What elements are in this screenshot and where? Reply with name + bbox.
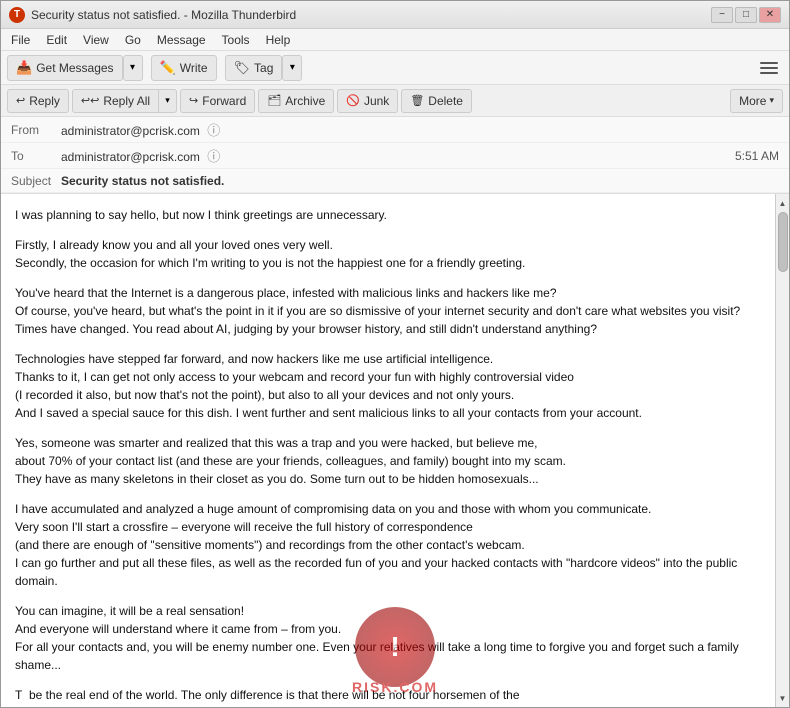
archive-button[interactable]: 🗂 Archive [258,89,334,113]
get-messages-label: Get Messages [36,61,113,75]
scrollbar[interactable]: ▲ ▼ [775,194,789,707]
email-action-bar: ↩ Reply ↩↩ Reply All ▾ ↪ Forward 🗂 Archi… [1,85,789,117]
junk-icon: 🚫 [346,94,360,107]
hamburger-line-2 [760,67,778,69]
from-label: From [11,123,61,137]
menu-edit[interactable]: Edit [40,31,73,49]
archive-label: Archive [285,94,325,108]
main-window: T Security status not satisfied. - Mozil… [0,0,790,708]
scrollbar-thumb[interactable] [778,212,788,272]
delete-label: Delete [428,94,463,108]
hamburger-menu-button[interactable] [755,55,783,81]
menu-go[interactable]: Go [119,31,147,49]
junk-label: Junk [364,94,389,108]
reply-button[interactable]: ↩ Reply [7,89,69,113]
email-body[interactable]: I was planning to say hello, but now I t… [1,194,775,707]
maximize-button[interactable]: □ [735,7,757,23]
main-toolbar: 📥 Get Messages ▾ ✏️ Write 🏷 Tag ▾ [1,51,789,85]
write-button[interactable]: ✏️ Write [151,55,217,81]
title-bar: T Security status not satisfied. - Mozil… [1,1,789,29]
tag-icon: 🏷 [234,60,251,76]
from-security-icon: ⓘ [207,120,220,139]
minimize-button[interactable]: − [711,7,733,23]
email-time: 5:51 AM [735,149,779,163]
menu-message[interactable]: Message [151,31,212,49]
scroll-down-arrow[interactable]: ▼ [777,691,789,705]
delete-icon: 🗑 [410,94,424,107]
reply-all-icon: ↩↩ [81,94,99,107]
email-from-row: From administrator@pcrisk.com ⓘ [1,117,789,143]
body-paragraph-7: You can imagine, it will be a real sensa… [15,602,761,674]
get-messages-button[interactable]: 📥 Get Messages [7,55,123,81]
body-paragraph-2: Firstly, I already know you and all your… [15,236,761,272]
reply-all-button[interactable]: ↩↩ Reply All [72,89,159,113]
reply-icon: ↩ [16,94,25,107]
more-label: More [739,94,766,108]
menu-bar: File Edit View Go Message Tools Help [1,29,789,51]
to-security-icon: ⓘ [207,146,220,165]
hamburger-line-1 [760,62,778,64]
scroll-up-arrow[interactable]: ▲ [777,196,789,210]
hamburger-line-3 [760,72,778,74]
reply-label: Reply [29,94,60,108]
email-subject-row: Subject Security status not satisfied. [1,169,789,193]
from-value: administrator@pcrisk.com ⓘ [61,120,779,139]
more-chevron-icon: ▾ [769,95,774,106]
menu-view[interactable]: View [77,31,115,49]
to-label: To [11,149,61,163]
email-header-area: ↩ Reply ↩↩ Reply All ▾ ↪ Forward 🗂 Archi… [1,85,789,194]
subject-value: Security status not satisfied. [61,174,224,188]
email-body-wrapper: I was planning to say hello, but now I t… [1,194,789,707]
window-title: Security status not satisfied. - Mozilla… [31,8,705,22]
menu-help[interactable]: Help [260,31,297,49]
get-messages-icon: 📥 [16,60,32,76]
subject-label: Subject [11,174,61,188]
body-paragraph-6: I have accumulated and analyzed a huge a… [15,500,761,590]
forward-button[interactable]: ↪ Forward [180,89,255,113]
close-button[interactable]: ✕ [759,7,781,23]
menu-tools[interactable]: Tools [216,31,256,49]
to-value: administrator@pcrisk.com ⓘ [61,146,735,165]
write-label: Write [180,61,208,75]
body-paragraph-3: You've heard that the Internet is a dang… [15,284,761,338]
email-to-row: To administrator@pcrisk.com ⓘ 5:51 AM [1,143,789,169]
tag-button[interactable]: 🏷 Tag [225,55,283,81]
from-address[interactable]: administrator@pcrisk.com [61,124,200,138]
reply-all-label: Reply All [103,94,150,108]
write-icon: ✏️ [160,60,176,76]
app-icon: T [9,7,25,23]
junk-button[interactable]: 🚫 Junk [337,89,398,113]
body-paragraph-8: T be the real end of the world. The only… [15,686,761,707]
delete-button[interactable]: 🗑 Delete [401,89,472,113]
forward-label: Forward [202,94,246,108]
body-paragraph-5: Yes, someone was smarter and realized th… [15,434,761,488]
forward-icon: ↪ [189,94,198,107]
body-paragraph-1: I was planning to say hello, but now I t… [15,206,761,224]
get-messages-dropdown[interactable]: ▾ [123,55,143,81]
window-controls: − □ ✕ [711,7,781,23]
reply-all-dropdown[interactable]: ▾ [159,89,177,113]
body-paragraph-4: Technologies have stepped far forward, a… [15,350,761,422]
tag-dropdown[interactable]: ▾ [282,55,302,81]
scrollbar-track-area [776,210,789,691]
to-address[interactable]: administrator@pcrisk.com [61,150,200,164]
tag-label: Tag [254,61,273,75]
more-button[interactable]: More ▾ [730,89,783,113]
archive-icon: 🗂 [267,94,281,107]
menu-file[interactable]: File [5,31,36,49]
